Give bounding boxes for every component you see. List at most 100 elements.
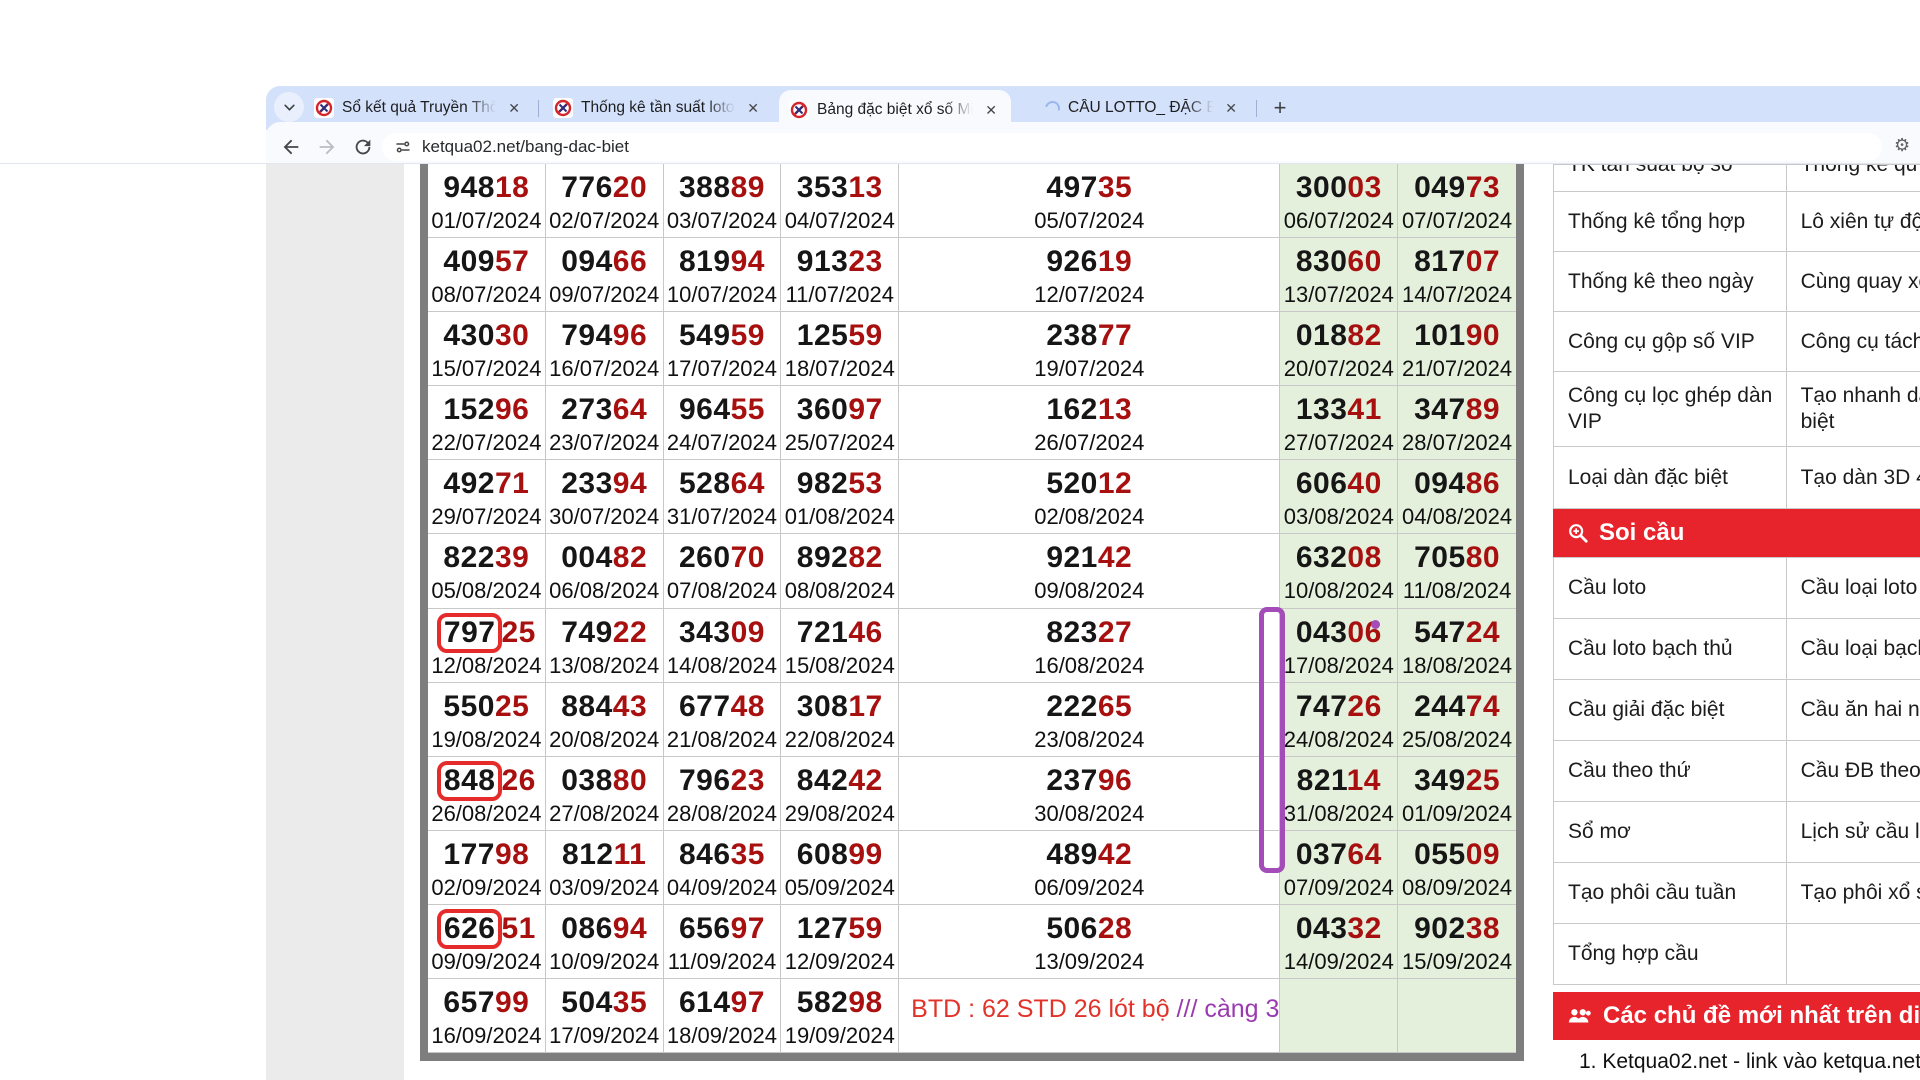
tab-cau-lotto[interactable]: CẦU LOTTO_ ĐẶC BIỆT 2D 3D 4 ✕ [1035,90,1251,126]
tab-close-icon[interactable]: ✕ [981,100,1001,121]
result-date: 30/07/2024 [546,503,663,531]
number-prefix: 549 [679,319,731,352]
number-suffix: 98 [495,838,529,871]
back-icon[interactable] [280,136,302,158]
sidebar-menu-item[interactable]: Thống kê qu [1787,165,1920,191]
result-date: 25/07/2024 [781,429,898,457]
sidebar-menu-item[interactable]: Cầu ĐB theo [1787,741,1920,801]
result-cell: 8223905/08/2024 [428,534,546,608]
number-suffix: 71 [495,467,529,500]
result-date: 29/07/2024 [428,503,545,531]
browser-settings-gear-icon[interactable]: ⚙ [1894,135,1910,156]
result-date: 07/07/2024 [1398,207,1516,235]
number-suffix: 73 [1466,171,1500,204]
result-date: 02/08/2024 [899,503,1279,531]
sidebar-menu-item[interactable]: Tạo phôi cầu tuần [1554,863,1787,923]
sidebar-menu-item[interactable]: Cầu loại bạch [1787,619,1920,679]
tab-close-icon[interactable]: ✕ [504,98,524,119]
sidebar-menu-item[interactable]: Thống kê theo ngày [1554,252,1787,311]
result-date: 26/08/2024 [428,800,545,828]
forum-first-topic-link[interactable]: 1. Ketqua02.net - link vào ketqua.net [1553,1040,1920,1074]
tab-close-icon[interactable]: ✕ [1221,98,1241,119]
number-suffix: 59 [848,912,882,945]
sidebar-menu-item[interactable]: Công cụ tách [1787,312,1920,371]
sidebar-menu-item[interactable]: Sổ mơ [1554,802,1787,862]
magnifier-plus-icon [1567,522,1589,544]
number-suffix: 26 [501,764,535,797]
result-date: 18/09/2024 [664,1022,781,1050]
number-suffix: 53 [848,467,882,500]
result-cell: 7214615/08/2024 [781,609,899,683]
number-prefix: 260 [679,541,731,574]
sidebar-menu-item[interactable]: Cùng quay xổ [1787,252,1920,311]
sidebar-menu-item[interactable]: Cầu loto bạch thủ [1554,619,1787,679]
sidebar-menu-item[interactable]: Cầu ăn hai nh [1787,680,1920,740]
number-suffix: 96 [495,393,529,426]
forward-icon[interactable] [316,136,338,158]
sidebar-menu-item[interactable]: Tổng hợp cầu [1554,924,1787,984]
number-suffix: 82 [848,541,882,574]
result-date: 31/08/2024 [1280,800,1397,828]
results-table: 9481801/07/20247762002/07/20243888903/07… [428,164,1516,1053]
sidebar-menu-item[interactable]: Công cụ gộp số VIP [1554,312,1787,371]
number-prefix: 823 [1046,616,1098,649]
url-bar[interactable]: ketqua02.net/bang-dac-biet [382,133,1882,161]
sidebar-menu-item[interactable]: Thống kê tổng hợp [1554,192,1787,251]
sidebar-menu-item[interactable]: Cầu giải đặc biệt [1554,680,1787,740]
number-prefix: 842 [797,764,849,797]
sidebar-menu-item[interactable]: Tạo phôi xổ s [1787,863,1920,923]
number-suffix: 99 [848,838,882,871]
result-date: 16/09/2024 [428,1022,545,1050]
result-cell: 2379630/08/2024 [899,757,1280,831]
number-prefix: 632 [1296,541,1348,574]
sidebar-menu-item[interactable]: Lô xiên tự độ [1787,192,1920,251]
result-date: 08/07/2024 [428,281,545,309]
sidebar-menu-item[interactable]: Cầu loại loto [1787,558,1920,618]
result-cell: 84826 26/08/2024 [428,757,546,831]
sidebar-menu-item[interactable]: TK tần suất bộ số [1554,165,1787,191]
number-suffix: 89 [1466,393,1500,426]
result-date: 04/08/2024 [1398,503,1516,531]
sidebar-menu-item[interactable]: Cầu loto [1554,558,1787,618]
tab-close-icon[interactable]: ✕ [743,98,763,119]
number-prefix: 388 [679,171,731,204]
tab-separator [538,100,539,117]
tab-so-ket-qua[interactable]: Sổ kết quả Truyền Thống - Tổn ✕ [304,90,534,126]
new-tab-button[interactable]: + [1266,94,1294,122]
sidebar-menu-item[interactable]: Loại dàn đặc biệt [1554,447,1787,508]
number-suffix: 17 [848,690,882,723]
sidebar-menu-item[interactable]: Cầu theo thứ [1554,741,1787,801]
number-prefix: 349 [1414,764,1466,797]
number-suffix: 97 [731,986,765,1019]
reload-icon[interactable] [352,136,374,158]
number-prefix: 004 [561,541,613,574]
red-boxed-digits: 848 [437,761,503,801]
tab-separator [1256,100,1257,117]
result-cell: 0430617/08/2024 [1280,609,1398,683]
result-cell: 2736423/07/2024 [546,386,664,460]
result-cell: 7492213/08/2024 [546,609,664,683]
sidebar-menu-item[interactable]: Công cụ lọc ghép dàn VIP [1554,372,1787,446]
sidebar-menu-item[interactable]: Lịch sử cầu l [1787,802,1920,862]
left-empty-panel [266,164,404,1080]
result-date: 01/08/2024 [781,503,898,531]
number-prefix: 506 [1046,912,1098,945]
result-date: 03/07/2024 [664,207,781,235]
sidebar-menu-item[interactable]: Tạo nhanh dà biệt [1787,372,1920,446]
result-cell: 8844320/08/2024 [546,683,664,757]
tab-search-button[interactable] [274,92,304,122]
number-prefix: 528 [679,467,731,500]
number-suffix: 64 [613,393,647,426]
sidebar-menu-item[interactable]: Tạo dàn 3D 4 [1787,447,1920,508]
result-date: 19/09/2024 [781,1022,898,1050]
result-date: 30/08/2024 [899,800,1279,828]
number-suffix: 25 [495,690,529,723]
result-cell: 5829819/09/2024 [781,979,899,1053]
tab-thong-ke-tan-suat[interactable]: Thống kê tần suất loto Truyền T ✕ [543,90,773,126]
result-cell: 1275912/09/2024 [781,905,899,979]
site-settings-tune-icon[interactable] [394,138,412,156]
result-date: 31/07/2024 [664,503,781,531]
number-suffix: 25 [1466,764,1500,797]
result-cell: 5043517/09/2024 [546,979,664,1053]
number-prefix: 038 [561,764,613,797]
